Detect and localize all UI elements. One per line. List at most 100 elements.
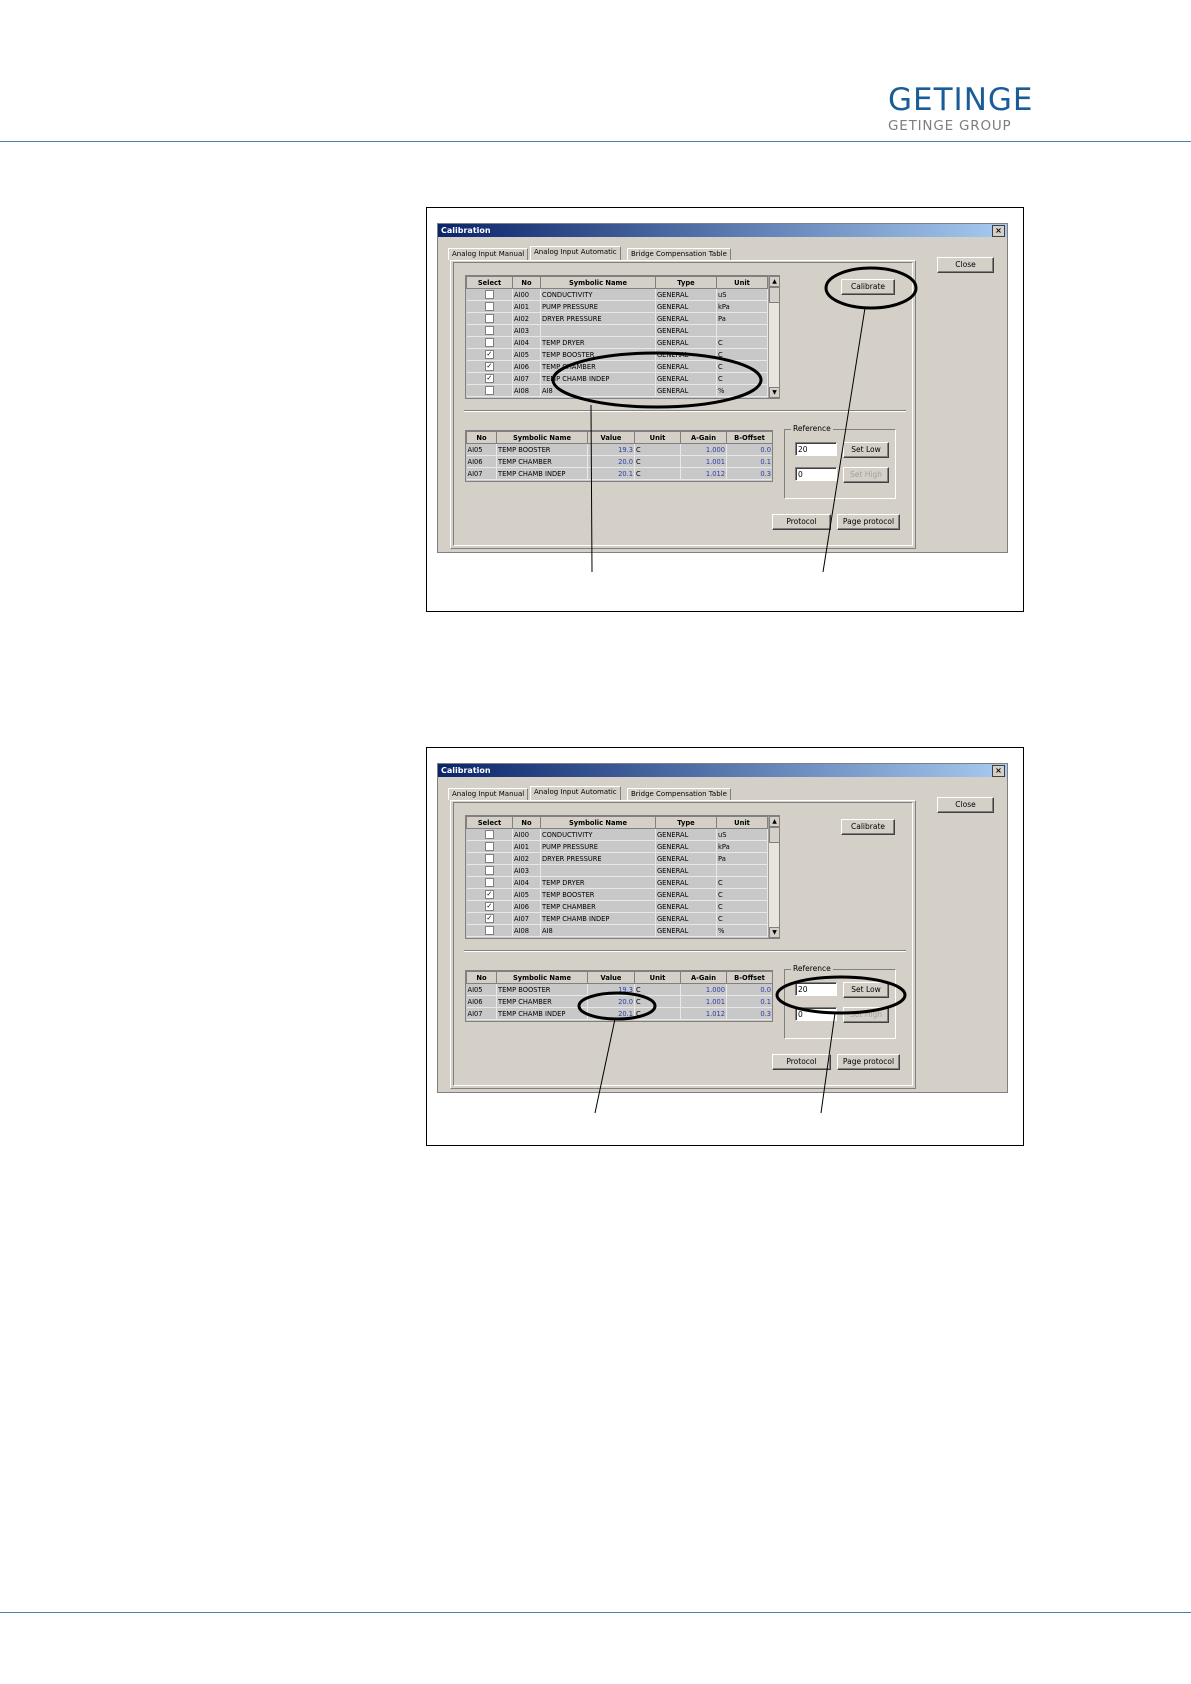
tab-bridge-compensation-table[interactable]: Bridge Compensation Table [627, 248, 731, 260]
col-header-unit[interactable]: Unit [634, 971, 681, 984]
select-cell[interactable] [466, 828, 513, 841]
table-row[interactable]: AI06 TEMP CHAMBER 20.0 C 1.001 0.1 [466, 995, 772, 1008]
table-row[interactable]: AI04 TEMP DRYER GENERAL C [466, 876, 768, 889]
select-cell[interactable]: ✓ [466, 360, 513, 373]
reference-high-field[interactable]: 0 [795, 1007, 837, 1021]
col-header-type[interactable]: Type [655, 816, 717, 829]
select-cell[interactable] [466, 336, 513, 349]
select-cell[interactable] [466, 840, 513, 853]
table-row[interactable]: AI04 TEMP DRYER GENERAL C [466, 336, 768, 349]
table-row[interactable]: AI05 TEMP BOOSTER 19.3 C 1.000 0.0 [466, 443, 772, 456]
checkbox[interactable] [484, 338, 494, 347]
col-header-a-gain[interactable]: A-Gain [680, 971, 727, 984]
page-protocol-button[interactable]: Page protocol [837, 1054, 900, 1070]
table-row[interactable]: AI05 TEMP BOOSTER 19.3 C 1.000 0.0 [466, 983, 772, 996]
select-cell[interactable] [466, 288, 513, 301]
col-header-value[interactable]: Value [587, 431, 635, 444]
tab-analog-input-automatic[interactable]: Analog Input Automatic [530, 246, 621, 260]
select-cell[interactable] [466, 312, 513, 325]
calibrate-button[interactable]: Calibrate [841, 279, 895, 295]
tab-analog-input-manual[interactable]: Analog Input Manual [448, 788, 529, 800]
table-row[interactable]: AI01 PUMP PRESSURE GENERAL kPa [466, 840, 768, 853]
scroll-thumb[interactable] [769, 287, 779, 303]
protocol-button[interactable]: Protocol [772, 1054, 831, 1070]
select-cell[interactable]: ✓ [466, 912, 513, 925]
table-row[interactable]: AI08 AI8 GENERAL% [466, 924, 768, 937]
table-row[interactable]: AI00 CONDUCTIVITY GENERAL uS [466, 288, 768, 301]
page-protocol-button[interactable]: Page protocol [837, 514, 900, 530]
col-header-no[interactable]: No [512, 816, 541, 829]
tab-bridge-compensation-table[interactable]: Bridge Compensation Table [627, 788, 731, 800]
col-header-no[interactable]: No [512, 276, 541, 289]
calibration-grid[interactable]: No Symbolic Name Value Unit A-Gain B-Off… [465, 970, 773, 1022]
scroll-thumb[interactable] [769, 827, 779, 843]
select-cell[interactable] [466, 864, 513, 877]
checked-checkbox[interactable]: ✓ [484, 902, 494, 911]
input-list-grid[interactable]: Select No Symbolic Name Type Unit AI00 CO… [465, 275, 780, 399]
checkbox[interactable] [484, 386, 494, 395]
checkbox[interactable] [484, 290, 494, 299]
scroll-down-icon[interactable]: ▼ [769, 387, 779, 398]
table-row[interactable]: AI01 PUMP PRESSURE GENERAL kPa [466, 300, 768, 313]
input-list-grid[interactable]: Select No Symbolic Name Type Unit AI00 CO… [465, 815, 780, 939]
select-cell[interactable] [466, 384, 513, 397]
table-row[interactable]: AI03 GENERAL [466, 324, 768, 337]
col-header-value[interactable]: Value [587, 971, 635, 984]
checked-checkbox[interactable]: ✓ [484, 374, 494, 383]
table-row[interactable]: ✓ AI05 TEMP BOOSTER GENERAL C [466, 348, 768, 361]
scroll-down-icon[interactable]: ▼ [769, 927, 779, 938]
checkbox[interactable] [484, 302, 494, 311]
tab-analog-input-automatic[interactable]: Analog Input Automatic [530, 786, 621, 800]
set-low-button[interactable]: Set Low [843, 982, 889, 998]
col-header-unit[interactable]: Unit [634, 431, 681, 444]
table-row[interactable]: AI07 TEMP CHAMB INDEP 20.1 C 1.012 0.3 [466, 1007, 772, 1020]
select-cell[interactable]: ✓ [466, 348, 513, 361]
table-row[interactable]: AI00 CONDUCTIVITY GENERAL uS [466, 828, 768, 841]
select-cell[interactable] [466, 852, 513, 865]
input-list-scrollbar[interactable]: ▲ ▼ [768, 816, 779, 938]
col-header-b-offset[interactable]: B-Offset [726, 971, 772, 984]
col-header-symbolic-name[interactable]: Symbolic Name [496, 971, 588, 984]
checked-checkbox[interactable]: ✓ [484, 890, 494, 899]
col-header-select[interactable]: Select [466, 276, 513, 289]
checked-checkbox[interactable]: ✓ [484, 350, 494, 359]
col-header-unit[interactable]: Unit [716, 816, 768, 829]
checked-checkbox[interactable]: ✓ [484, 914, 494, 923]
checkbox[interactable] [484, 878, 494, 887]
select-cell[interactable] [466, 876, 513, 889]
table-row[interactable]: AI02 DRYER PRESSURE GENERAL Pa [466, 852, 768, 865]
col-header-symbolic-name[interactable]: Symbolic Name [540, 276, 656, 289]
checked-checkbox[interactable]: ✓ [484, 362, 494, 371]
checkbox[interactable] [484, 926, 494, 935]
protocol-button[interactable]: Protocol [772, 514, 831, 530]
reference-low-field[interactable]: 20 [795, 442, 837, 456]
tab-analog-input-manual[interactable]: Analog Input Manual [448, 248, 529, 260]
scroll-up-icon[interactable]: ▲ [769, 276, 779, 287]
checkbox[interactable] [484, 830, 494, 839]
close-button[interactable]: Close [937, 797, 994, 813]
scroll-up-icon[interactable]: ▲ [769, 816, 779, 827]
table-row[interactable]: ✓ AI07 TEMP CHAMB INDEP GENERAL C [466, 372, 768, 385]
col-header-symbolic-name[interactable]: Symbolic Name [496, 431, 588, 444]
set-low-button[interactable]: Set Low [843, 442, 889, 458]
checkbox[interactable] [484, 866, 494, 875]
table-row[interactable]: AI02 DRYER PRESSURE GENERAL Pa [466, 312, 768, 325]
input-list-scrollbar[interactable]: ▲ ▼ [768, 276, 779, 398]
reference-high-field[interactable]: 0 [795, 467, 837, 481]
set-high-button[interactable]: Set High [843, 1007, 889, 1023]
table-row[interactable]: AI06 TEMP CHAMBER 20.0 C 1.001 0.1 [466, 455, 772, 468]
calibrate-button[interactable]: Calibrate [841, 819, 895, 835]
reference-low-field[interactable]: 20 [795, 982, 837, 996]
checkbox[interactable] [484, 842, 494, 851]
select-cell[interactable]: ✓ [466, 888, 513, 901]
select-cell[interactable]: ✓ [466, 372, 513, 385]
checkbox[interactable] [484, 854, 494, 863]
col-header-no[interactable]: No [466, 971, 497, 984]
col-header-symbolic-name[interactable]: Symbolic Name [540, 816, 656, 829]
col-header-unit[interactable]: Unit [716, 276, 768, 289]
table-row[interactable]: ✓ AI06 TEMP CHAMBER GENERAL C [466, 900, 768, 913]
close-icon[interactable]: × [992, 225, 1005, 237]
table-row[interactable]: AI08 AI8 GENERAL% [466, 384, 768, 397]
col-header-a-gain[interactable]: A-Gain [680, 431, 727, 444]
checkbox[interactable] [484, 326, 494, 335]
